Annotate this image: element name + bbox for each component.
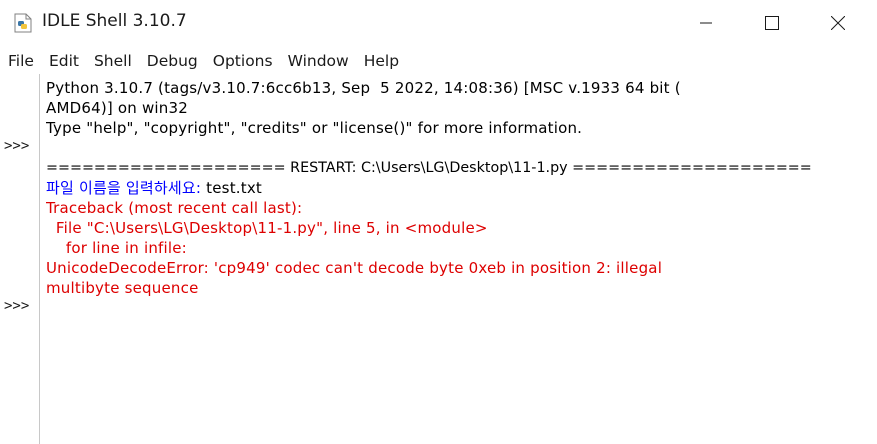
traceback-line: Traceback (most recent call last): — [46, 199, 303, 217]
window-title: IDLE Shell 3.10.7 — [42, 11, 187, 31]
input-line: 파일 이름을 입력하세요: test.txt — [46, 178, 262, 198]
menu-debug[interactable]: Debug — [139, 48, 205, 74]
menu-edit[interactable]: Edit — [41, 48, 86, 74]
traceback-line: File "C:\Users\LG\Desktop\11-1.py", line… — [46, 219, 488, 237]
maximize-button[interactable] — [749, 0, 795, 46]
banner-line: AMD64)] on win32 — [46, 99, 188, 117]
title-bar[interactable]: IDLE Shell 3.10.7 — [0, 0, 877, 46]
user-input: test.txt — [206, 179, 262, 197]
menu-file[interactable]: File — [0, 48, 41, 74]
error-line: UnicodeDecodeError: 'cp949' codec can't … — [46, 259, 663, 277]
traceback-line: for line in infile: — [46, 239, 187, 257]
close-button[interactable] — [815, 0, 861, 46]
shell-text-pane[interactable]: Python 3.10.7 (tags/v3.10.7:6cc6b13, Sep… — [46, 78, 856, 444]
shell-editor[interactable]: >>> >>> Python 3.10.7 (tags/v3.10.7:6cc6… — [0, 74, 877, 444]
menu-options[interactable]: Options — [205, 48, 280, 74]
maximize-icon — [765, 16, 779, 30]
prompt-marker: >>> — [4, 298, 30, 314]
restart-line: ==================== RESTART: C:\Users\L… — [46, 160, 812, 176]
menu-bar: File Edit Shell Debug Options Window Hel… — [0, 48, 877, 74]
prompt-gutter: >>> >>> — [0, 74, 40, 444]
menu-help[interactable]: Help — [356, 48, 406, 74]
prompt-marker: >>> — [4, 138, 30, 154]
close-icon — [831, 16, 845, 30]
banner-line: Python 3.10.7 (tags/v3.10.7:6cc6b13, Sep… — [46, 79, 681, 97]
stdout-prompt: 파일 이름을 입력하세요: — [46, 179, 207, 197]
menu-shell[interactable]: Shell — [86, 48, 139, 74]
minimize-icon — [700, 22, 712, 24]
menu-window[interactable]: Window — [280, 48, 356, 74]
banner-line: Type "help", "copyright", "credits" or "… — [46, 119, 583, 137]
error-line: multibyte sequence — [46, 279, 199, 297]
minimize-button[interactable] — [683, 0, 729, 46]
python-idle-icon — [14, 13, 32, 33]
